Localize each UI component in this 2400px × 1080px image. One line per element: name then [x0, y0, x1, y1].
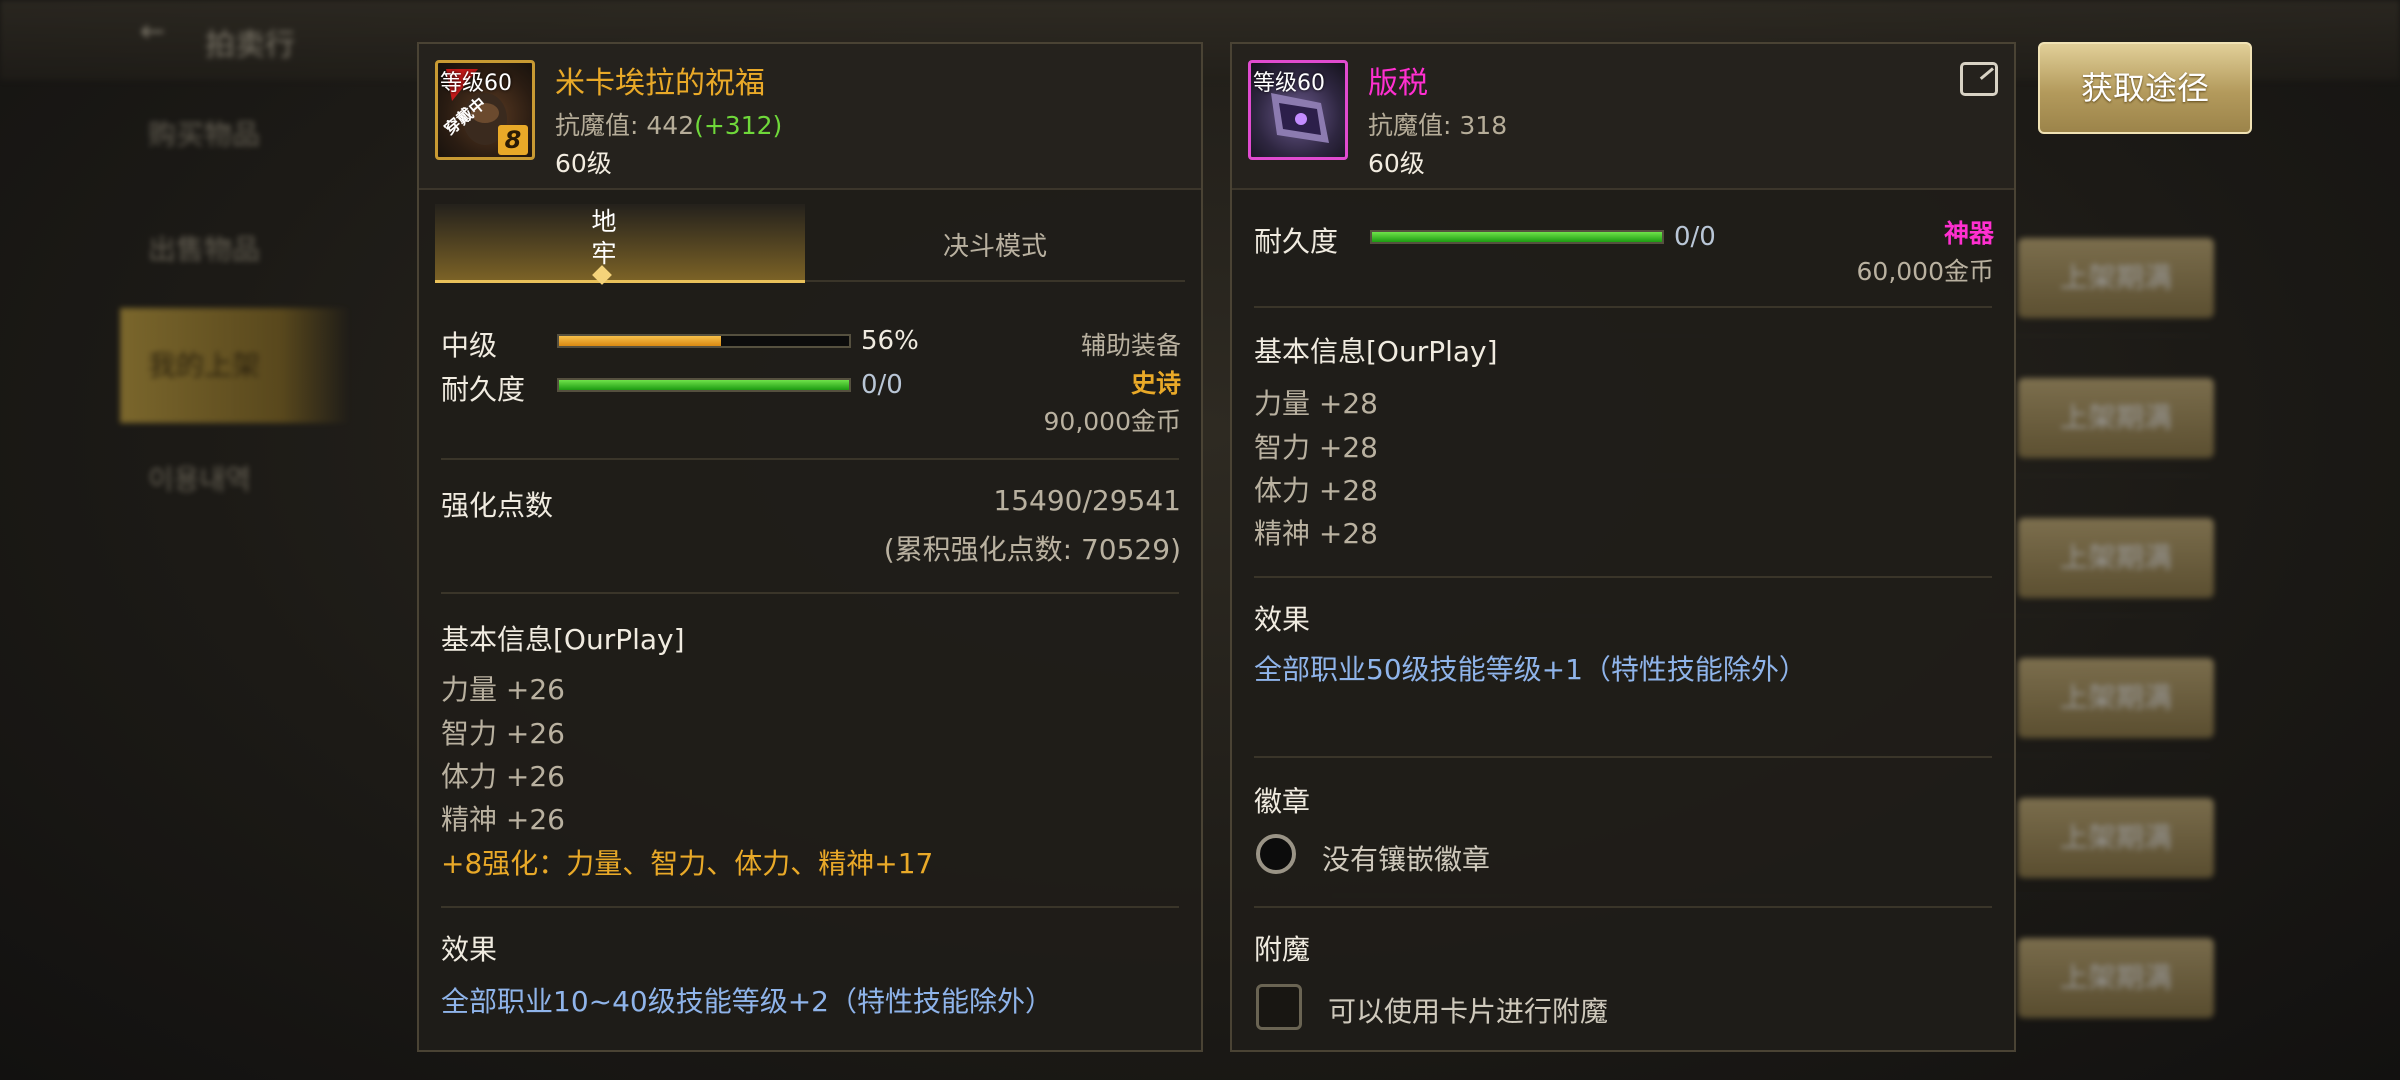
stat-strength: 力量 +28	[1254, 387, 1378, 420]
effect-text: 全部职业50级技能等级+1（特性技能除外）	[1254, 653, 1807, 686]
stat-vitality: 体力 +28	[1254, 474, 1378, 507]
tab-dungeon-label: 地牢	[591, 207, 617, 268]
get-path-button[interactable]: 获取途径	[2038, 42, 2252, 134]
stat-spirit: 精神 +28	[1254, 517, 1378, 550]
enhance-points-label: 强化点数	[441, 489, 554, 522]
enchant-title: 附魔	[1254, 933, 1311, 966]
item-icon: 等级60	[1248, 60, 1348, 160]
durability-value: 0/0	[1674, 222, 1716, 252]
durability-bar	[557, 378, 851, 392]
item-icon: 等级60 穿戴中 8	[435, 60, 535, 160]
sidebar-item-buy[interactable]: 购买物品	[120, 90, 350, 180]
level-tag: 等级60	[1253, 71, 1325, 96]
emblem-text: 没有镶嵌徽章	[1322, 843, 1491, 876]
stat-intelligence: 智力 +26	[441, 717, 565, 750]
background-title: 拍卖行	[205, 28, 295, 63]
emblem-title: 徽章	[1254, 785, 1311, 818]
stat-spirit: 精神 +26	[441, 803, 565, 836]
tab-dungeon[interactable]: 地牢	[435, 204, 805, 285]
basic-info-title: 基本信息[OurPlay]	[441, 623, 685, 656]
grade-label: 中级	[441, 329, 498, 362]
sidebar-item-my-listings[interactable]: 我的上架	[120, 308, 350, 423]
emblem-slot-icon	[1256, 834, 1296, 874]
durability-label: 耐久度	[441, 373, 526, 406]
sidebar-item-history[interactable]: 이용내역	[120, 435, 350, 525]
item-tooltip-equipped: 等级60 穿戴中 8 米卡埃拉的祝福 抗魔值: 442(+312) 60级 地牢…	[417, 42, 1203, 1052]
item-level: 60级	[1368, 149, 1425, 178]
durability-label: 耐久度	[1254, 225, 1339, 258]
tooltip-header: 等级60 版税 抗魔值: 318 60级	[1232, 44, 2014, 190]
effect-text: 全部职业10~40级技能等级+2（特性技能除外）	[441, 985, 1053, 1018]
list-expired-button[interactable]: 上架期满	[2018, 378, 2214, 458]
item-name: 版税	[1368, 66, 1428, 101]
item-rarity: 神器	[1943, 219, 1994, 248]
list-expired-button[interactable]: 上架期满	[2018, 798, 2214, 878]
effect-title: 效果	[1254, 603, 1311, 636]
enhance-points-value: 15490/29541	[993, 484, 1181, 517]
list-expired-button[interactable]: 上架期满	[2018, 238, 2214, 318]
tab-duel-label: 决斗模式	[942, 232, 1047, 262]
sidebar-item-sell[interactable]: 出售物品	[120, 205, 350, 295]
item-rarity: 史诗	[1130, 369, 1181, 398]
stat-vitality: 体力 +26	[441, 760, 565, 793]
list-expired-button[interactable]: 上架期满	[2018, 938, 2214, 1018]
durability-bar	[1370, 230, 1664, 244]
item-level: 60级	[555, 149, 612, 178]
basic-info-title: 基本信息[OurPlay]	[1254, 335, 1498, 368]
item-type: 辅助装备	[1080, 331, 1181, 360]
anti-magic-stat: 抗魔值: 442(+312)	[555, 111, 783, 140]
share-icon[interactable]	[1960, 62, 1998, 96]
list-expired-button[interactable]: 上架期满	[2018, 658, 2214, 738]
list-expired-button[interactable]: 上架期满	[2018, 518, 2214, 598]
tooltip-header: 等级60 穿戴中 8 米卡埃拉的祝福 抗魔值: 442(+312) 60级	[419, 44, 1201, 190]
back-arrow-icon[interactable]: ←	[140, 14, 165, 49]
stat-strength: 力量 +26	[441, 673, 565, 706]
grade-bar	[557, 334, 851, 348]
grade-percent: 56%	[861, 326, 919, 356]
effect-title: 效果	[441, 933, 498, 966]
enchant-card-slot[interactable]	[1256, 984, 1302, 1030]
enhance-bonus: +8强化：力量、智力、体力、精神+17	[441, 847, 934, 880]
enhance-level-badge: 8	[498, 125, 528, 155]
item-name: 米卡埃拉的祝福	[555, 66, 765, 101]
item-price: 60,000金币	[1856, 257, 1994, 286]
enhance-points-total: (累积强化点数: 70529)	[883, 533, 1181, 566]
stat-intelligence: 智力 +28	[1254, 431, 1378, 464]
enchant-text: 可以使用卡片进行附魔	[1328, 995, 1609, 1028]
item-tooltip-listing: 等级60 版税 抗魔值: 318 60级 耐久度 0/0 神器 60,000金币…	[1230, 42, 2016, 1052]
durability-value: 0/0	[861, 370, 903, 400]
item-price: 90,000金币	[1043, 407, 1181, 436]
anti-magic-stat: 抗魔值: 318	[1368, 111, 1508, 140]
tab-duel[interactable]: 决斗模式	[805, 204, 1185, 282]
